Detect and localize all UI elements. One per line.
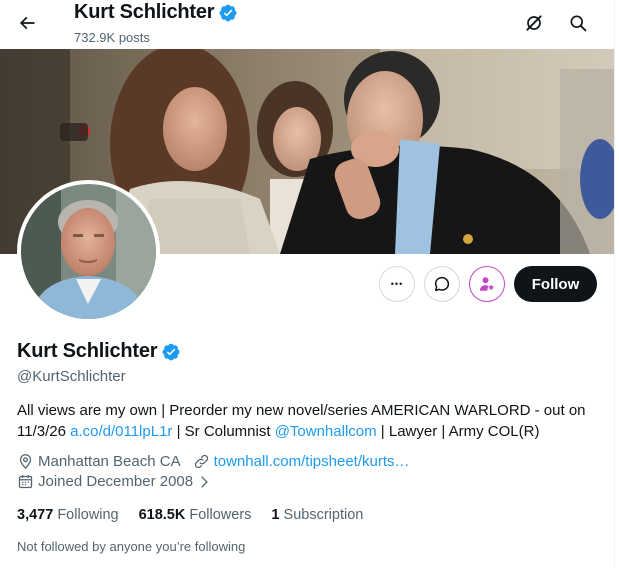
- avatar-container[interactable]: [17, 180, 160, 323]
- display-name: Kurt Schlichter: [17, 340, 158, 362]
- search-icon: [570, 15, 587, 32]
- following-stat[interactable]: 3,477 Following: [17, 507, 119, 523]
- profile-name-row: Kurt Schlichter: [17, 340, 181, 363]
- following-label: Following: [57, 507, 119, 523]
- post-count: 732.9K posts: [74, 30, 150, 45]
- more-button[interactable]: •••: [379, 266, 415, 302]
- bio-text: | Sr Columnist: [172, 423, 275, 440]
- followers-label: Followers: [189, 507, 252, 523]
- followers-count: 618.5K: [138, 507, 186, 523]
- chevron-right-icon: [197, 475, 211, 489]
- following-count: 3,477: [17, 507, 54, 523]
- subscription-stat[interactable]: 1 Subscription: [271, 507, 363, 523]
- avatar[interactable]: [21, 184, 156, 319]
- grok-button[interactable]: [517, 6, 551, 40]
- subscribe-button[interactable]: [469, 266, 505, 302]
- header-name: Kurt Schlichter: [74, 1, 215, 23]
- joined-text: Joined December 2008: [38, 473, 194, 490]
- bio-mention-townhall[interactable]: @Townhallcom: [275, 423, 377, 440]
- bio-text: | Lawyer | Army COL(R): [376, 423, 540, 440]
- profile-bio: All views are my own | Preorder my new n…: [17, 400, 607, 442]
- bio-link-book[interactable]: a.co/d/011lpL1r: [70, 423, 172, 440]
- profile-header: Kurt Schlichter 732.9K posts: [0, 0, 614, 49]
- location-text: Manhattan Beach CA: [38, 453, 181, 470]
- back-arrow-icon: [19, 16, 35, 30]
- location-icon: [17, 453, 34, 470]
- header-title: Kurt Schlichter: [74, 1, 238, 24]
- joined-date[interactable]: Joined December 2008: [17, 473, 215, 490]
- location: Manhattan Beach CA: [17, 453, 181, 470]
- calendar-icon: [17, 473, 34, 490]
- profile-handle: @KurtSchlichter: [17, 368, 126, 385]
- followed-by-note: Not followed by anyone you’re following: [17, 539, 246, 554]
- follow-stats: 3,477 Following 618.5K Followers 1 Subsc…: [17, 507, 383, 523]
- subscription-count: 1: [271, 507, 280, 523]
- follow-button[interactable]: Follow: [514, 266, 597, 302]
- verified-badge-icon[interactable]: [161, 342, 181, 362]
- profile-meta: Manhattan Beach CA townhall.com/tipsheet…: [17, 453, 422, 470]
- grok-chat-button[interactable]: [424, 266, 460, 302]
- grok-chat-icon: [434, 276, 450, 292]
- followers-stat[interactable]: 618.5K Followers: [139, 507, 252, 523]
- right-gutter: [615, 0, 619, 568]
- search-button[interactable]: [561, 6, 595, 40]
- more-icon: •••: [390, 279, 404, 289]
- subscription-label: Subscription: [283, 507, 364, 523]
- profile-meta-joined: Joined December 2008: [17, 473, 227, 490]
- back-button[interactable]: [10, 6, 44, 40]
- link-icon: [193, 453, 210, 470]
- verified-badge-icon[interactable]: [218, 3, 238, 23]
- profile-page: Kurt Schlichter 732.9K posts ••• Follow …: [0, 0, 614, 568]
- website[interactable]: townhall.com/tipsheet/kurts…: [193, 453, 410, 470]
- website-link[interactable]: townhall.com/tipsheet/kurts…: [214, 453, 410, 470]
- subscribe-icon: [479, 277, 495, 291]
- grok-icon: [526, 15, 542, 31]
